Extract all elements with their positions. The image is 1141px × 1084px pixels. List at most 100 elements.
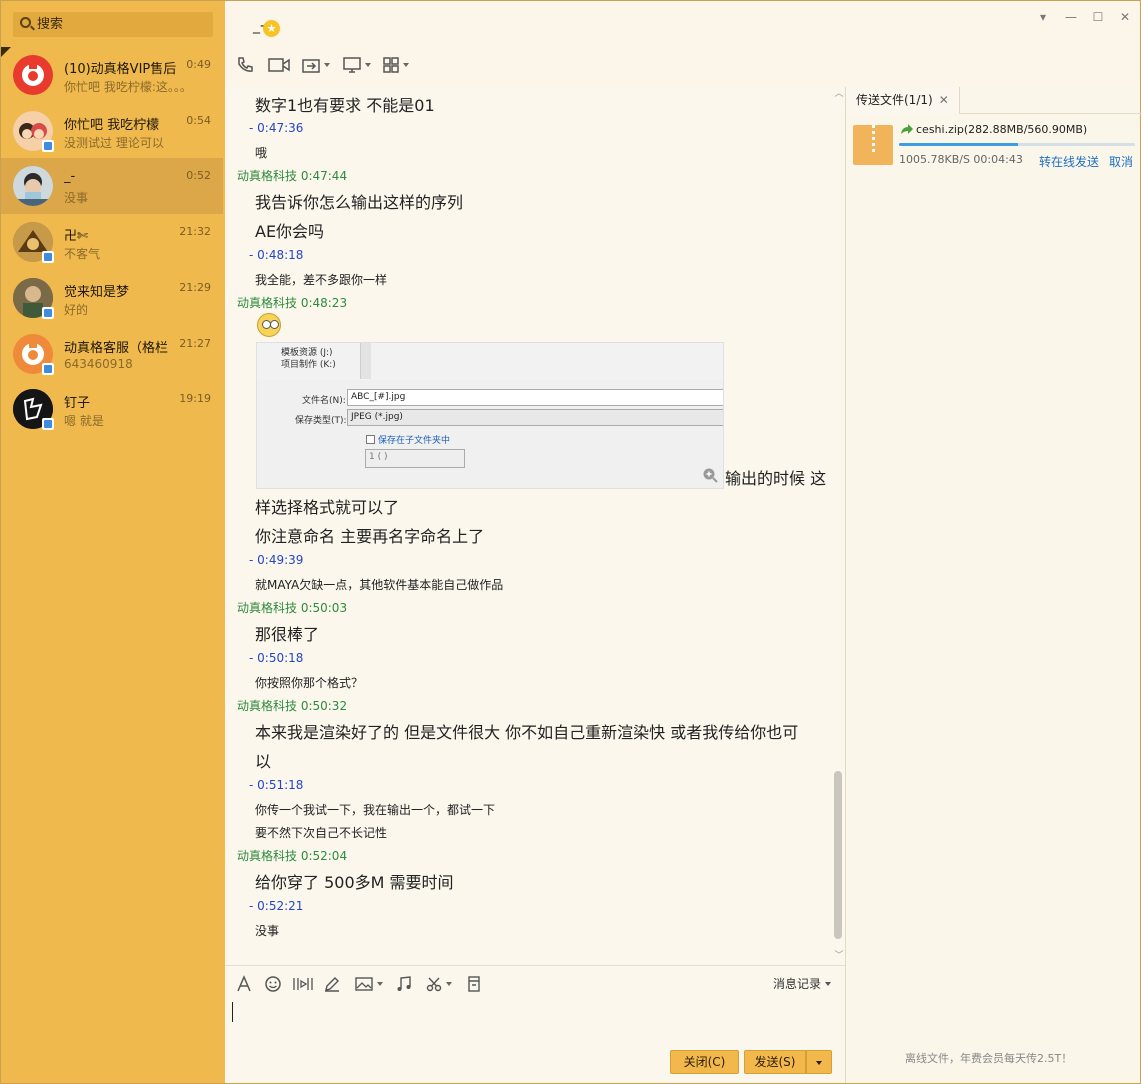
conversation-item[interactable]: (10)动真格VIP售后 你忙吧 我吃柠檬:这。。。 0:49 xyxy=(1,47,223,103)
confused-emoji-icon xyxy=(257,313,281,337)
chevron-down-icon xyxy=(446,982,452,986)
message-timestamp: - 0:50:18 xyxy=(249,651,304,665)
conversation-preview: 没事 xyxy=(64,191,89,205)
chevron-down-icon xyxy=(403,63,409,67)
text-cursor[interactable] xyxy=(232,1002,233,1022)
offline-file-note: 离线文件，年费会员每天传2.5T！ xyxy=(905,1052,1073,1065)
dropdown-arrow-icon[interactable]: ▾ xyxy=(1035,9,1051,25)
conversation-preview: 不客气 xyxy=(64,247,101,261)
field-label: 文件名(N): xyxy=(302,396,346,406)
conversation-time: 0:54 xyxy=(186,114,211,127)
chevron-down-icon xyxy=(825,981,831,986)
switch-online-link[interactable]: 转在线发送 xyxy=(1039,153,1099,170)
maximize-icon[interactable]: ☐ xyxy=(1090,9,1106,25)
chat-header: _- ★ ▾ — ☐ ✕ xyxy=(225,1,1140,87)
video-camera-icon xyxy=(268,58,290,72)
red-packet-button[interactable] xyxy=(465,974,483,994)
conversation-name: 你忙吧 我吃柠檬 xyxy=(64,118,160,133)
video-message-button[interactable] xyxy=(292,974,314,994)
message-timestamp: - 0:48:18 xyxy=(249,248,304,262)
search-input[interactable] xyxy=(37,15,207,34)
screenshot-button[interactable] xyxy=(425,974,452,994)
minimize-icon[interactable]: — xyxy=(1063,9,1079,25)
conversation-item[interactable]: 动真格客服（格栏 643460918 21:27 xyxy=(1,326,223,382)
conversation-time: 21:32 xyxy=(179,225,211,238)
conversation-time: 21:29 xyxy=(179,281,211,294)
font-button[interactable] xyxy=(235,974,253,994)
conversation-name: 钉子 xyxy=(64,396,91,411)
filetype-field: JPEG (*.jpg) xyxy=(347,409,723,426)
device-badge-icon xyxy=(42,251,54,263)
scroll-down-icon[interactable]: ﹀ xyxy=(833,951,845,961)
scrollbar-thumb[interactable] xyxy=(834,771,842,939)
send-options-button[interactable] xyxy=(806,1050,832,1074)
zoom-in-icon[interactable] xyxy=(702,467,718,483)
pen-icon xyxy=(325,977,339,992)
close-icon[interactable]: ✕ xyxy=(1117,9,1133,25)
remote-desktop-button[interactable] xyxy=(342,55,371,75)
avatar xyxy=(13,55,53,95)
sender-timestamp: 动真格科技 0:52:04 xyxy=(237,849,348,863)
cancel-link[interactable]: 取消 xyxy=(1109,153,1133,170)
video-call-button[interactable] xyxy=(267,55,291,75)
message-list[interactable]: 数字1也有要求 不能是01 - 0:47:36 哦 动真格科技 0:47:44 … xyxy=(225,87,845,965)
conversation-item[interactable]: 钉子 嗯 就是 19:19 xyxy=(1,381,223,437)
message-text: 以 xyxy=(255,752,272,771)
filename-field: ABC_[#].jpg xyxy=(347,389,723,406)
search-box[interactable] xyxy=(13,12,213,37)
conversation-time: 21:27 xyxy=(179,337,211,350)
image-button[interactable] xyxy=(354,974,383,994)
conversation-preview: 嗯 就是 xyxy=(64,414,104,428)
conversation-item[interactable]: 觉来知是梦 好的 21:29 xyxy=(1,270,223,326)
chat-window: (10)动真格VIP售后 你忙吧 我吃柠檬:这。。。 0:49 你忙吧 我吃柠檬… xyxy=(0,0,1141,1084)
video-clip-icon xyxy=(293,978,313,990)
phone-icon xyxy=(238,57,253,72)
message-timestamp: - 0:51:18 xyxy=(249,778,304,792)
emoji-button[interactable] xyxy=(264,974,282,994)
conversation-name: 觉来知是梦 xyxy=(64,285,130,300)
sender-timestamp: 动真格科技 0:48:23 xyxy=(237,296,348,310)
close-tab-icon[interactable]: ✕ xyxy=(939,93,949,107)
conversation-item-selected[interactable]: _- 没事 0:52 xyxy=(1,158,223,214)
chevron-down-icon xyxy=(365,63,371,67)
message-history-button[interactable]: 消息记录 xyxy=(773,975,831,992)
sender-timestamp: 动真格科技 0:47:44 xyxy=(237,169,348,183)
avatar xyxy=(13,166,53,206)
music-button[interactable] xyxy=(395,974,413,994)
device-badge-icon xyxy=(42,307,54,319)
tab-file-transfer[interactable]: 传送文件(1/1) ✕ xyxy=(846,87,960,114)
chevron-down-icon xyxy=(816,1060,822,1065)
image-attachment[interactable]: 模板资源 (J:) 项目制作 (K:) 文件名(N): ABC_[#].jpg … xyxy=(256,342,724,489)
message-text: 没事 xyxy=(255,924,280,938)
device-badge-icon xyxy=(42,418,54,430)
conversation-time: 0:52 xyxy=(186,169,211,182)
send-file-button[interactable] xyxy=(301,55,330,75)
message-text: 我全能，差不多跟你一样 xyxy=(255,273,388,287)
transfer-progress-bar xyxy=(899,143,1135,146)
dialog-scrollbar xyxy=(360,343,371,379)
message-text: 那很棒了 xyxy=(255,625,320,644)
draw-button[interactable] xyxy=(323,974,341,994)
pin-flag-icon xyxy=(1,47,11,57)
star-icon[interactable]: ★ xyxy=(263,20,280,37)
message-text: 我告诉你怎么输出这样的序列 xyxy=(255,193,464,212)
smiley-icon xyxy=(265,976,281,992)
message-text: 要不然下次自己不长记性 xyxy=(255,826,388,840)
file-name: ceshi.zip(282.88MB/560.90MB) xyxy=(916,123,1088,136)
search-icon xyxy=(20,17,31,28)
conversation-item[interactable]: 卍✄ 不客气 21:32 xyxy=(1,214,223,270)
conversation-item[interactable]: 你忙吧 我吃柠檬 没测试过 理论可以 0:54 xyxy=(1,103,223,159)
message-text: AE你会吗 xyxy=(255,222,325,241)
music-note-icon xyxy=(397,976,411,991)
screen-share-icon xyxy=(343,57,361,73)
message-text: 样选择格式就可以了 xyxy=(255,498,400,517)
voice-call-button[interactable] xyxy=(235,55,255,75)
zipper-icon xyxy=(872,125,875,153)
file-transfer-panel: 传送文件(1/1) ✕ ceshi.zip(282.88MB/560.90MB) … xyxy=(845,87,1141,1083)
drive-label: 项目制作 (K:) xyxy=(281,360,336,370)
close-button[interactable]: 关闭(C) xyxy=(670,1050,739,1074)
message-input-area: 消息记录 关闭(C) 发送(S) xyxy=(225,965,845,1083)
scroll-up-icon[interactable]: ︿ xyxy=(833,89,845,99)
send-button[interactable]: 发送(S) xyxy=(744,1050,806,1074)
apps-button[interactable] xyxy=(382,55,409,75)
